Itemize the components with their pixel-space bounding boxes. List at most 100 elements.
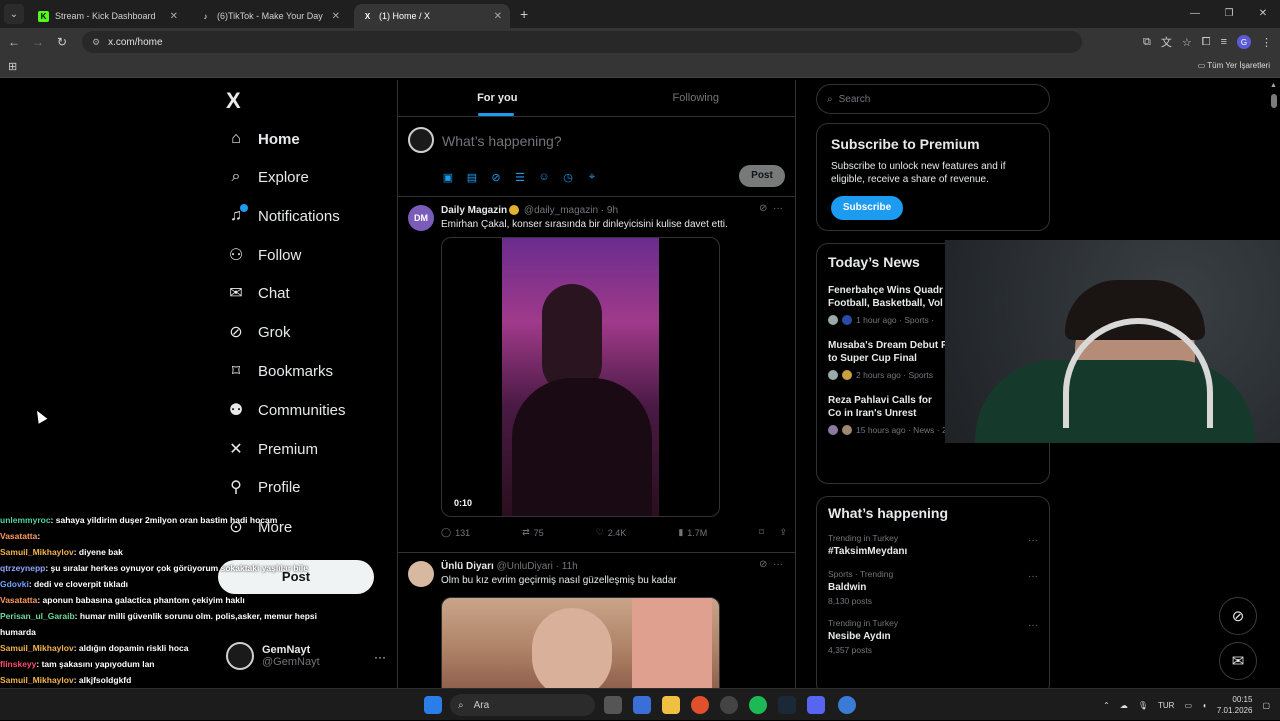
repost-button[interactable]: ⇄ 75 (522, 527, 544, 538)
more-dots-icon[interactable]: ··· (374, 650, 386, 664)
profile-avatar[interactable]: G (1237, 35, 1251, 49)
tweet-image[interactable] (441, 597, 720, 688)
apps-grid-icon[interactable]: ⊞ (8, 60, 17, 73)
trend-item[interactable]: Trending in Turkey Nesibe Aydın 4,357 po… (828, 618, 1038, 655)
nav-notifications[interactable]: ♫ Notifications (226, 201, 340, 231)
tweet-author-handle[interactable]: @daily_magazin (524, 205, 598, 216)
poll-icon[interactable]: ☰ (514, 171, 526, 184)
language-indicator[interactable]: TUR (1158, 701, 1174, 710)
nav-communities[interactable]: ⚉ Communities (226, 395, 346, 425)
steam-icon[interactable] (778, 696, 796, 714)
new-tab-button[interactable]: + (520, 6, 528, 22)
grok-icon[interactable]: ⊘ (759, 203, 767, 214)
media-icon[interactable]: ≡ (1221, 36, 1227, 48)
onedrive-icon[interactable]: ☁ (1120, 701, 1128, 710)
notification-icon[interactable]: ▢ (1262, 701, 1270, 710)
browser-tab-tiktok[interactable]: ♪ (6)TikTok - Make Your Day ✕ (192, 4, 348, 28)
reply-button[interactable]: ◯ 131 (441, 527, 470, 538)
x-logo[interactable]: X (226, 88, 241, 114)
like-button[interactable]: ♡ 2.4K (596, 527, 627, 538)
star-icon[interactable]: ☆ (1182, 36, 1192, 49)
image-icon[interactable]: ▣ (442, 171, 454, 184)
tweet-time[interactable]: 11h (562, 561, 578, 572)
schedule-icon[interactable]: ◷ (562, 171, 574, 184)
browser-tab-x[interactable]: X (1) Home / X ✕ (354, 4, 510, 28)
extensions-icon[interactable]: ⧠ (1202, 36, 1211, 49)
scroll-up-icon[interactable]: ▲ (1270, 82, 1277, 89)
close-window-icon[interactable]: ✕ (1246, 0, 1280, 28)
site-info-icon[interactable]: ⚙ (92, 37, 100, 48)
windows-start-icon[interactable] (424, 696, 442, 714)
grok-icon[interactable]: ⊘ (490, 171, 502, 184)
close-icon[interactable]: ✕ (170, 11, 178, 22)
volume-icon[interactable]: ◖ (1202, 701, 1207, 710)
spotify-icon[interactable] (749, 696, 767, 714)
tweet[interactable]: Ünlü Diyarı @UnluDiyari · 11h ⊘ ··· Olm … (398, 553, 795, 688)
nav-grok[interactable]: ⊘ Grok (226, 317, 290, 347)
microphone-icon[interactable]: 🎙︎ (1138, 701, 1148, 710)
clock[interactable]: 00:15 7.01.2026 (1217, 694, 1253, 716)
url-field[interactable]: ⚙ x.com/home (82, 31, 1082, 53)
obs-icon[interactable] (720, 696, 738, 714)
messages-fab-icon[interactable]: ✉ (1219, 642, 1257, 680)
nav-premium[interactable]: ✕ Premium (226, 434, 318, 464)
more-dots-icon[interactable]: ··· (773, 559, 783, 570)
store-icon[interactable] (633, 696, 651, 714)
all-bookmarks-button[interactable]: ▭ Tüm Yer İşaretleri (1198, 61, 1270, 70)
restore-icon[interactable]: ❐ (1212, 0, 1246, 28)
minimize-icon[interactable]: — (1178, 0, 1212, 28)
back-icon[interactable]: ← (2, 35, 26, 49)
gif-icon[interactable]: ▤ (466, 171, 478, 184)
forward-icon[interactable]: → (26, 35, 50, 49)
tweet-author-handle[interactable]: @UnluDiyari (497, 561, 553, 572)
task-view-icon[interactable] (604, 696, 622, 714)
nav-bookmarks[interactable]: ⌑ Bookmarks (226, 356, 333, 386)
chrome-icon[interactable] (691, 696, 709, 714)
menu-icon[interactable]: ⋮ (1261, 36, 1272, 49)
more-dots-icon[interactable]: ··· (773, 203, 783, 214)
more-dots-icon[interactable]: ··· (1028, 571, 1038, 582)
browser-tab-kick[interactable]: K Stream - Kick Dashboard ✕ (30, 4, 186, 28)
tweet[interactable]: DM Daily Magazin @daily_magazin · 9h ⊘ ·… (398, 197, 795, 553)
translate-icon[interactable]: 文 (1161, 34, 1172, 50)
tab-search-button[interactable]: ⌄ (4, 4, 24, 24)
discord-icon[interactable] (807, 696, 825, 714)
scrollbar-thumb[interactable] (1271, 94, 1277, 108)
more-dots-icon[interactable]: ··· (1028, 535, 1038, 546)
install-icon[interactable]: ⧉ (1143, 36, 1151, 49)
reload-icon[interactable]: ↻ (50, 35, 74, 49)
views-button[interactable]: ▮ 1.7M (678, 527, 707, 538)
compose-input[interactable]: What’s happening? (442, 133, 562, 149)
close-icon[interactable]: ✕ (494, 11, 502, 22)
compose-post-button[interactable]: Post (739, 165, 785, 187)
emoji-icon[interactable]: ☺ (538, 171, 550, 184)
subscribe-button[interactable]: Subscribe (831, 196, 903, 220)
share-icon[interactable]: ⇪ (779, 527, 787, 538)
network-icon[interactable]: ▭ (1184, 701, 1192, 710)
tweet-author-name[interactable]: Daily Magazin (441, 205, 507, 216)
chrome-active-icon[interactable] (838, 696, 856, 714)
close-icon[interactable]: ✕ (332, 11, 340, 22)
tweet-author-name[interactable]: Ünlü Diyarı (441, 561, 494, 572)
tab-following[interactable]: Following (597, 80, 796, 116)
tray-arrow-icon[interactable]: ⌃ (1103, 701, 1110, 710)
tweet-time[interactable]: 9h (607, 205, 618, 216)
file-explorer-icon[interactable] (662, 696, 680, 714)
nav-explore[interactable]: ⌕ Explore (226, 162, 309, 192)
search-input[interactable]: ⌕ Search (816, 84, 1050, 114)
nav-home[interactable]: ⌂ Home (226, 124, 300, 154)
tweet-video[interactable]: 0:10 (441, 237, 720, 517)
nav-follow[interactable]: ⚇ Follow (226, 240, 302, 270)
grok-icon[interactable]: ⊘ (759, 559, 767, 570)
tab-for-you[interactable]: For you (398, 80, 597, 116)
grok-fab-icon[interactable]: ⊘ (1219, 597, 1257, 635)
location-icon[interactable]: ⌖ (586, 171, 598, 184)
avatar[interactable] (408, 561, 434, 587)
trend-item[interactable]: Sports · Trending Baldwin 8,130 posts ··… (828, 569, 1038, 606)
trend-item[interactable]: Trending in Turkey #TaksimMeydanı ··· (828, 533, 1038, 557)
taskbar-search[interactable]: ⌕ Ara (450, 694, 595, 716)
nav-profile[interactable]: ⚲ Profile (226, 472, 300, 502)
more-dots-icon[interactable]: ··· (1028, 620, 1038, 631)
nav-chat[interactable]: ✉ Chat (226, 278, 289, 308)
avatar[interactable]: DM (408, 205, 434, 231)
